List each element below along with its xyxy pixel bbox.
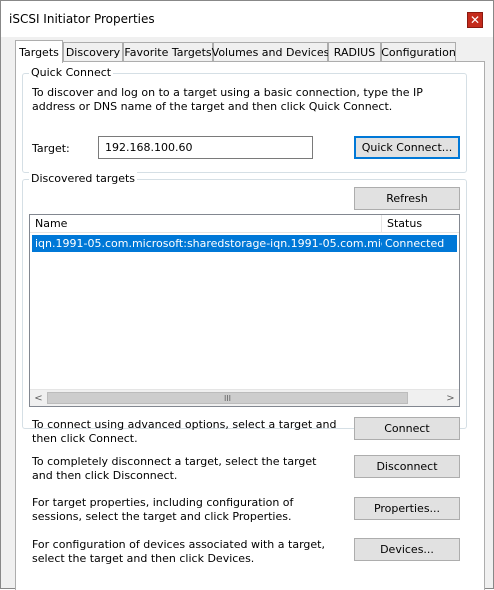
- devices-description: For configuration of devices associated …: [32, 538, 325, 565]
- disconnect-description: To completely disconnect a target, selec…: [32, 455, 317, 482]
- tab-favorite-targets[interactable]: Favorite Targets: [123, 42, 213, 62]
- scroll-right-icon[interactable]: >: [442, 390, 459, 406]
- close-button[interactable]: ✕: [467, 12, 483, 28]
- iscsi-initiator-window: iSCSI Initiator Properties ✕ Targets Dis…: [0, 0, 494, 590]
- disconnect-button[interactable]: Disconnect: [354, 455, 460, 478]
- window-title: iSCSI Initiator Properties: [9, 12, 155, 26]
- connect-description: To connect using advanced options, selec…: [32, 418, 337, 445]
- list-header: Name Status: [30, 215, 459, 233]
- discovered-targets-list[interactable]: Name Status iqn.1991-05.com.microsoft:sh…: [29, 214, 460, 407]
- properties-button[interactable]: Properties...: [354, 497, 460, 520]
- tab-configuration[interactable]: Configuration: [381, 42, 456, 62]
- connect-button[interactable]: Connect: [354, 417, 460, 440]
- tab-strip: Targets Discovery Favorite Targets Volum…: [15, 40, 485, 63]
- quick-connect-description: To discover and log on to a target using…: [32, 86, 423, 113]
- target-input[interactable]: 192.168.100.60: [98, 136, 313, 159]
- quick-connect-group: Quick Connect To discover and log on to …: [22, 66, 467, 173]
- targets-tab-panel: Quick Connect To discover and log on to …: [15, 61, 485, 590]
- refresh-button[interactable]: Refresh: [354, 187, 460, 210]
- properties-description: For target properties, including configu…: [32, 496, 294, 523]
- scroll-thumb[interactable]: III: [47, 392, 408, 404]
- title-bar[interactable]: iSCSI Initiator Properties ✕: [1, 1, 493, 37]
- quick-connect-group-label: Quick Connect: [29, 66, 114, 79]
- column-header-status[interactable]: Status: [382, 215, 459, 233]
- tab-volumes-and-devices[interactable]: Volumes and Devices: [212, 42, 329, 62]
- tab-radius[interactable]: RADIUS: [328, 42, 381, 62]
- scroll-left-icon[interactable]: <: [30, 390, 47, 406]
- devices-button[interactable]: Devices...: [354, 538, 460, 561]
- discovered-targets-group: Discovered targets Refresh Name Status i…: [22, 172, 467, 429]
- tab-targets[interactable]: Targets: [15, 40, 63, 63]
- close-icon: ✕: [469, 13, 481, 27]
- horizontal-scrollbar[interactable]: < III >: [30, 389, 459, 406]
- target-status-cell: Connected: [385, 237, 445, 250]
- column-header-name[interactable]: Name: [30, 215, 382, 233]
- target-name-cell: iqn.1991-05.com.microsoft:sharedstorage-…: [35, 237, 382, 250]
- quick-connect-button[interactable]: Quick Connect...: [354, 136, 460, 159]
- discovered-targets-group-label: Discovered targets: [29, 172, 138, 185]
- tab-discovery[interactable]: Discovery: [63, 42, 123, 62]
- target-label: Target:: [32, 142, 70, 155]
- table-row[interactable]: iqn.1991-05.com.microsoft:sharedstorage-…: [32, 235, 457, 252]
